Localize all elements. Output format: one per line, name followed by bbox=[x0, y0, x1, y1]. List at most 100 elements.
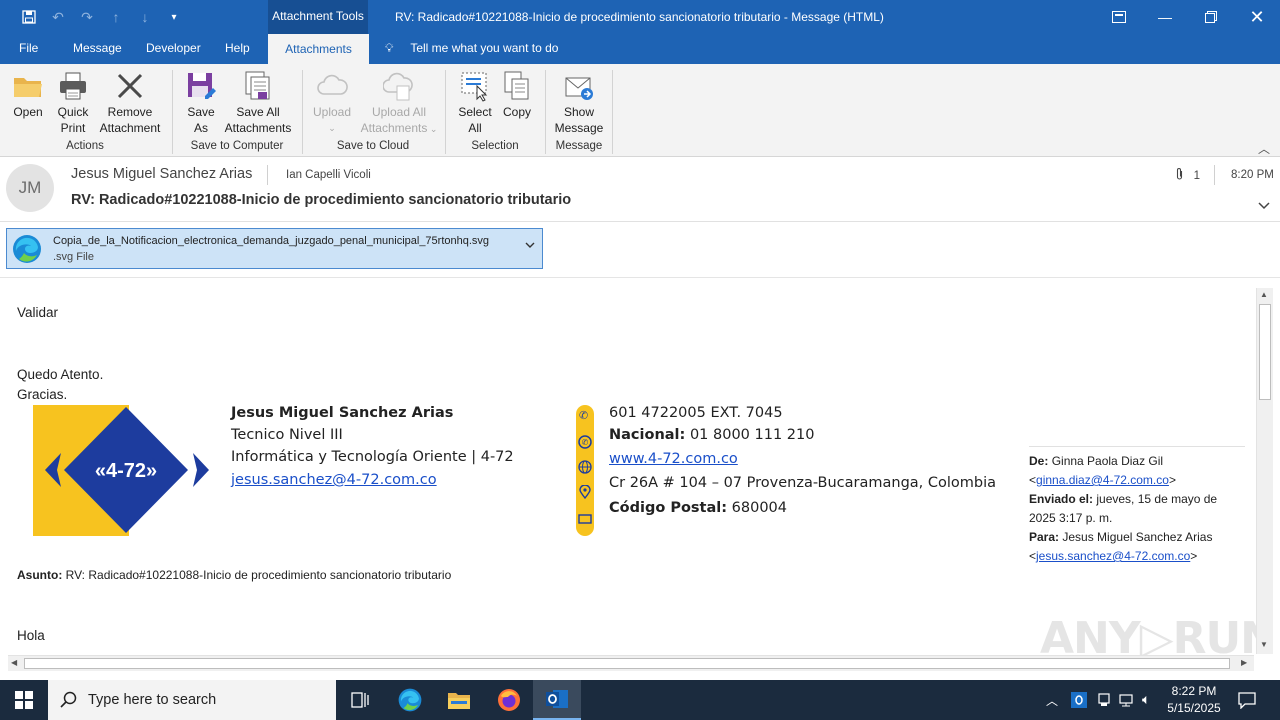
tell-me-search[interactable]: 💡︎ Tell me what you want to do bbox=[385, 41, 558, 56]
windows-start-icon[interactable] bbox=[0, 680, 48, 720]
restore-icon[interactable] bbox=[1188, 0, 1234, 34]
body-text: Gracias. bbox=[17, 387, 68, 402]
next-item-icon[interactable]: ↓ bbox=[136, 8, 154, 26]
save-all-attachments-button[interactable]: Save All Attachments bbox=[222, 70, 294, 136]
signature-dept: Informática y Tecnología Oriente | 4-72 bbox=[231, 449, 514, 465]
signature-role: Tecnico Nivel III bbox=[231, 427, 343, 443]
device-tray-icon[interactable] bbox=[1096, 692, 1112, 711]
remove-label-2: Attachment bbox=[99, 121, 161, 135]
scroll-down-icon[interactable]: ▼ bbox=[1260, 640, 1268, 649]
task-view-icon[interactable] bbox=[336, 680, 384, 720]
globe-icon bbox=[578, 460, 592, 477]
forward-from: De: Ginna Paola Diaz Gil bbox=[1029, 454, 1164, 468]
open-label: Open bbox=[13, 105, 43, 119]
signature-address: Cr 26A # 104 – 07 Provenza-Bucaramanga, … bbox=[609, 475, 997, 491]
firefox-icon[interactable] bbox=[485, 680, 533, 720]
upload-label: Upload bbox=[312, 105, 352, 119]
quick-print-button[interactable]: Quick Print bbox=[53, 70, 93, 136]
tab-developer[interactable]: Developer bbox=[146, 41, 201, 55]
paperclip-icon bbox=[1175, 167, 1188, 182]
tab-message[interactable]: Message bbox=[73, 41, 122, 55]
minimize-icon[interactable]: — bbox=[1142, 0, 1188, 34]
undo-icon[interactable]: ↶ bbox=[49, 8, 67, 26]
volume-icon[interactable]: 🔈︎ bbox=[1142, 691, 1150, 708]
select-all-label-2: All bbox=[468, 121, 482, 135]
horizontal-scrollbar[interactable]: ◀ ▶ bbox=[8, 655, 1254, 671]
sender-name[interactable]: Jesus Miguel Sanchez Arias bbox=[71, 166, 252, 182]
edge-taskbar-icon[interactable] bbox=[386, 680, 434, 720]
quick-print-label: Quick bbox=[57, 105, 89, 119]
group-save-cloud-label: Save to Cloud bbox=[336, 140, 410, 152]
signature-website-link[interactable]: www.4-72.com.co bbox=[609, 451, 738, 467]
save-as-button[interactable]: Save As bbox=[182, 70, 220, 136]
clock-time: 8:22 PM bbox=[1171, 684, 1217, 698]
save-icon[interactable] bbox=[20, 8, 38, 26]
open-button[interactable]: Open bbox=[8, 70, 48, 120]
tab-file[interactable]: File bbox=[19, 41, 38, 55]
outlook-taskbar-icon[interactable] bbox=[533, 680, 581, 720]
search-icon bbox=[60, 691, 78, 712]
scrollbar-thumb[interactable] bbox=[1259, 304, 1271, 400]
forward-to-email-link[interactable]: jesus.sanchez@4-72.com.co bbox=[1036, 549, 1190, 563]
vertical-scrollbar[interactable]: ▲ ▼ bbox=[1256, 288, 1273, 654]
upload-all-label-2: Attachments ⌄ bbox=[360, 121, 438, 135]
copy-button[interactable]: Copy bbox=[499, 70, 535, 120]
copy-label: Copy bbox=[502, 105, 531, 119]
avatar[interactable]: JM bbox=[6, 164, 54, 212]
mailbox-icon bbox=[578, 513, 592, 528]
taskbar: Type here to search ︿ 🔈︎ 8:22 PM 5/15/20… bbox=[0, 680, 1280, 720]
attachment-menu-icon[interactable] bbox=[525, 240, 535, 252]
message-header: JM Jesus Miguel Sanchez Arias Ian Capell… bbox=[0, 157, 1280, 222]
group-divider bbox=[302, 70, 303, 154]
attachment-item[interactable]: Copia_de_la_Notificacion_electronica_dem… bbox=[6, 228, 543, 269]
select-all-label: Select bbox=[458, 105, 492, 119]
select-all-icon bbox=[459, 70, 491, 102]
scroll-up-icon[interactable]: ▲ bbox=[1260, 290, 1268, 299]
collapse-ribbon-icon[interactable]: ︿ bbox=[1258, 140, 1270, 157]
scroll-left-icon[interactable]: ◀ bbox=[11, 658, 17, 667]
show-message-button[interactable]: Show Message bbox=[553, 70, 605, 136]
customize-toolbar-icon[interactable]: ▾ bbox=[165, 8, 183, 26]
received-time: 8:20 PM bbox=[1231, 169, 1274, 181]
forward-from-email-link[interactable]: ginna.diaz@4-72.com.co bbox=[1036, 473, 1169, 487]
hscrollbar-thumb[interactable] bbox=[24, 658, 1230, 669]
file-explorer-icon[interactable] bbox=[435, 680, 483, 720]
signature-email-link[interactable]: jesus.sanchez@4-72.com.co bbox=[231, 472, 437, 488]
upload-all-button[interactable]: Upload All Attachments ⌄ bbox=[360, 70, 438, 137]
notifications-icon[interactable] bbox=[1238, 691, 1256, 712]
previous-item-icon[interactable]: ↑ bbox=[107, 8, 125, 26]
select-all-button[interactable]: Select All bbox=[455, 70, 495, 136]
forward-divider bbox=[1029, 446, 1245, 447]
upload-button[interactable]: Upload ⌄ bbox=[310, 70, 354, 136]
ribbon-display-options-icon[interactable] bbox=[1096, 0, 1142, 34]
redo-icon[interactable]: ↷ bbox=[78, 8, 96, 26]
attachment-filename: Copia_de_la_Notificacion_electronica_dem… bbox=[53, 235, 490, 247]
attachment-well: Copia_de_la_Notificacion_electronica_dem… bbox=[0, 223, 1280, 278]
taskbar-search[interactable]: Type here to search bbox=[48, 680, 336, 720]
cloud-icon bbox=[316, 70, 348, 102]
copy-icon bbox=[501, 70, 533, 102]
window-title: RV: Radicado#10221088-Inicio de procedim… bbox=[395, 10, 884, 24]
close-icon[interactable]: ✕ bbox=[1234, 0, 1280, 34]
outlook-tray-icon[interactable] bbox=[1071, 692, 1087, 711]
scroll-right-icon[interactable]: ▶ bbox=[1241, 658, 1247, 667]
show-message-label-2: Message bbox=[554, 121, 604, 135]
taskbar-clock[interactable]: 8:22 PM 5/15/2025 bbox=[1158, 683, 1230, 717]
headset-icon: ✆ bbox=[578, 435, 592, 452]
attachment-tools-label: Attachment Tools bbox=[268, 0, 368, 34]
network-icon[interactable] bbox=[1119, 692, 1135, 711]
expand-header-icon[interactable] bbox=[1258, 199, 1270, 213]
phone-icon: ✆ bbox=[579, 410, 589, 422]
svg-text:✆: ✆ bbox=[582, 438, 589, 447]
signature-name: Jesus Miguel Sanchez Arias bbox=[231, 405, 454, 421]
show-hidden-icons[interactable]: ︿ bbox=[1046, 692, 1058, 709]
recipient-name[interactable]: Ian Capelli Vicoli bbox=[286, 169, 371, 181]
upload-all-label: Upload All bbox=[371, 105, 427, 119]
message-body: Validar Quedo Atento. Gracias. «4-72» Je… bbox=[0, 279, 1256, 655]
remove-attachment-button[interactable]: Remove Attachment bbox=[96, 70, 164, 136]
tab-attachments[interactable]: Attachments bbox=[268, 34, 369, 64]
tab-help[interactable]: Help bbox=[225, 41, 250, 55]
attachment-count: 1 bbox=[1175, 167, 1200, 182]
body-greeting: Hola bbox=[17, 628, 45, 643]
attachment-filetype: .svg File bbox=[53, 251, 94, 263]
